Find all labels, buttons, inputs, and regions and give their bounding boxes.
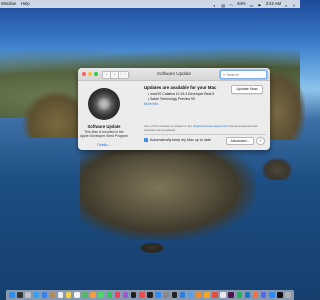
auto-update-label[interactable]: Automatically keep my Mac up to date bbox=[150, 138, 211, 142]
photos-icon[interactable] bbox=[90, 292, 96, 298]
update-now-button[interactable]: Update Now bbox=[231, 85, 263, 94]
keyboard-status-icon[interactable]: ▤ bbox=[221, 2, 225, 8]
gear-center bbox=[96, 96, 112, 112]
sidebar-description: This Mac is enrolled in the Apple Develo… bbox=[80, 130, 128, 138]
license-notice: Use of this software is subject to the o… bbox=[144, 124, 264, 133]
siri-status-icon[interactable]: ◐ bbox=[213, 2, 217, 8]
mail-icon[interactable] bbox=[41, 292, 47, 298]
software-update-window: ‹ › ⋮⋮⋮ Software Update ⌕ Software Updat… bbox=[78, 68, 270, 150]
reminders-icon[interactable] bbox=[74, 292, 80, 298]
show-all-grid-icon[interactable]: ⋮⋮⋮ bbox=[118, 71, 131, 79]
contacts-icon[interactable] bbox=[49, 292, 56, 298]
close-button[interactable] bbox=[82, 72, 86, 76]
safari-icon[interactable] bbox=[33, 292, 39, 298]
desktop-island-main bbox=[80, 145, 255, 240]
update-item: • Safari Technology Preview 99 bbox=[148, 96, 195, 101]
preview-icon[interactable] bbox=[187, 292, 194, 298]
trash-icon[interactable] bbox=[285, 292, 291, 298]
firefox-icon[interactable] bbox=[252, 292, 259, 298]
minimize-button[interactable] bbox=[88, 72, 92, 76]
podcasts-icon[interactable] bbox=[122, 292, 129, 298]
menubar-clock[interactable]: 3:42 AM bbox=[266, 0, 281, 8]
siri-icon[interactable] bbox=[17, 292, 23, 298]
window-title: Software Update bbox=[156, 71, 192, 76]
news-icon[interactable] bbox=[139, 292, 145, 298]
slack-icon[interactable] bbox=[228, 292, 234, 298]
search-icon[interactable]: ⌕ bbox=[285, 2, 289, 8]
wifi-icon[interactable]: ◠ bbox=[229, 2, 233, 8]
flag-icon[interactable]: ⚑ bbox=[258, 2, 262, 8]
spotify-icon[interactable] bbox=[236, 292, 242, 298]
notion-icon[interactable] bbox=[277, 292, 283, 298]
home-icon[interactable] bbox=[204, 292, 210, 298]
software-update-gear-icon bbox=[88, 88, 120, 120]
zoom-button[interactable] bbox=[94, 72, 98, 76]
menubar: Window Help ◐ ▤ ◠ 84% ▭ ⚑ 3:42 AM ⌕ ≡ bbox=[0, 0, 300, 8]
launchpad-icon[interactable] bbox=[25, 292, 31, 298]
update-item: • macOS Catalina 10.15.4 Developer Beta … bbox=[148, 92, 215, 96]
auto-update-checkbox[interactable]: ✓ bbox=[144, 138, 148, 142]
license-agreement-link[interactable]: original license agreement bbox=[193, 124, 228, 128]
messages-icon[interactable] bbox=[98, 292, 104, 298]
facetime-icon[interactable] bbox=[106, 292, 112, 298]
update-item-label: Safari Technology Preview 99 bbox=[150, 96, 195, 101]
app-store-icon[interactable] bbox=[155, 292, 161, 298]
chrome-icon[interactable] bbox=[220, 292, 226, 298]
divider bbox=[144, 134, 266, 135]
maps-icon[interactable] bbox=[82, 292, 88, 298]
discord-icon[interactable] bbox=[260, 292, 267, 298]
dock bbox=[6, 290, 294, 300]
battery-status[interactable]: 84% bbox=[237, 0, 245, 8]
zoom-icon[interactable] bbox=[269, 292, 275, 298]
terminal-icon[interactable] bbox=[171, 292, 177, 298]
battery-icon[interactable]: ▭ bbox=[250, 2, 254, 8]
books-icon[interactable] bbox=[195, 292, 202, 298]
calendar-icon[interactable] bbox=[57, 292, 64, 298]
sidebar-title: Software Update bbox=[87, 124, 121, 129]
system-preferences-icon[interactable] bbox=[163, 292, 169, 298]
desktop-island-small bbox=[262, 158, 292, 180]
advanced-button[interactable]: Advanced... bbox=[226, 136, 254, 145]
window-titlebar: ‹ › ⋮⋮⋮ Software Update ⌕ bbox=[78, 68, 270, 81]
voice-memos-icon[interactable] bbox=[212, 292, 218, 298]
update-item-label: macOS Catalina 10.15.4 Developer Beta 5 bbox=[150, 92, 215, 96]
vscode-icon[interactable] bbox=[244, 292, 251, 298]
more-info-link[interactable]: More info... bbox=[144, 102, 161, 106]
menu-window[interactable]: Window bbox=[1, 0, 16, 8]
control-center-icon[interactable]: ≡ bbox=[293, 2, 297, 8]
desktop-rock bbox=[140, 243, 164, 253]
finder-icon[interactable] bbox=[9, 292, 15, 298]
tv-icon[interactable] bbox=[130, 292, 137, 298]
help-button[interactable]: ? bbox=[256, 136, 265, 145]
menu-help[interactable]: Help bbox=[21, 0, 30, 8]
stocks-icon[interactable] bbox=[147, 292, 153, 298]
details-link[interactable]: Details... bbox=[78, 143, 130, 147]
music-icon[interactable] bbox=[114, 292, 121, 298]
xcode-icon[interactable] bbox=[179, 292, 186, 298]
notes-icon[interactable] bbox=[65, 292, 72, 298]
search-field[interactable]: ⌕ bbox=[220, 70, 267, 79]
search-input[interactable] bbox=[225, 71, 264, 78]
updates-heading: Updates are available for your Mac bbox=[144, 85, 217, 90]
